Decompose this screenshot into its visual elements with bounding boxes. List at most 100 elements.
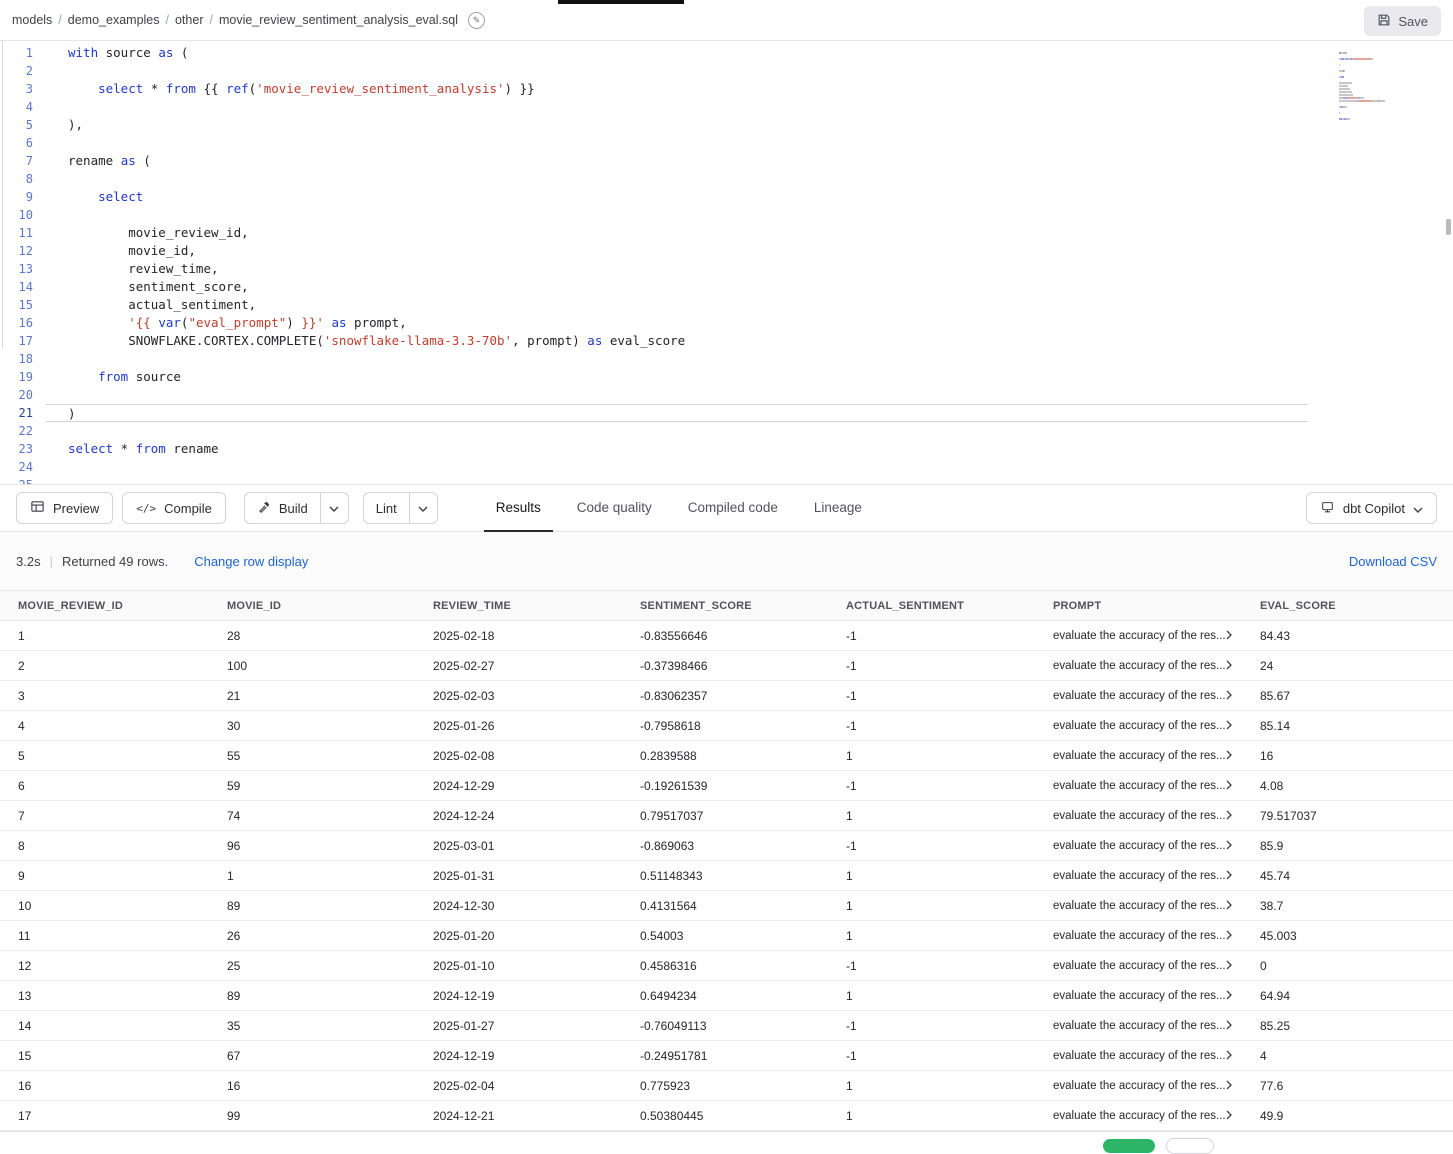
breadcrumb-demo-examples[interactable]: demo_examples <box>68 13 160 27</box>
compile-button[interactable]: </> Compile <box>122 492 226 524</box>
build-button[interactable]: Build <box>245 493 320 523</box>
code-line[interactable] <box>68 62 1453 80</box>
column-header[interactable]: EVAL_SCORE <box>1242 591 1453 621</box>
editor-code-lines[interactable]: with source as ( select * from {{ ref('m… <box>46 44 1453 484</box>
code-line[interactable]: select <box>68 188 1453 206</box>
tab-lineage[interactable]: Lineage <box>802 485 874 532</box>
editor-scrollbar[interactable] <box>1446 219 1451 235</box>
preview-button[interactable]: Preview <box>16 492 113 524</box>
expand-cell-icon[interactable] <box>1226 929 1232 943</box>
editor-minimap[interactable] <box>1339 45 1439 120</box>
table-row[interactable]: 912025-01-310.511483431evaluate the accu… <box>0 861 1453 891</box>
code-line[interactable]: '{{ var("eval_prompt") }}' as prompt, <box>68 314 1453 332</box>
column-header[interactable]: MOVIE_REVIEW_ID <box>0 591 209 621</box>
expand-cell-icon[interactable] <box>1226 989 1232 1003</box>
download-csv-link[interactable]: Download CSV <box>1349 554 1437 569</box>
column-header[interactable]: ACTUAL_SENTIMENT <box>828 591 1035 621</box>
lint-dropdown-button[interactable] <box>410 493 437 523</box>
expand-cell-icon[interactable] <box>1226 899 1232 913</box>
table-row[interactable]: 10892024-12-300.41315641evaluate the acc… <box>0 891 1453 921</box>
code-line[interactable]: rename as ( <box>68 152 1453 170</box>
table-row[interactable]: 11262025-01-200.540031evaluate the accur… <box>0 921 1453 951</box>
table-row[interactable]: 21002025-02-27-0.37398466-1evaluate the … <box>0 651 1453 681</box>
code-line[interactable] <box>68 458 1453 476</box>
breadcrumb-other[interactable]: other <box>175 13 204 27</box>
eval-score-cell: 49.9 <box>1242 1101 1453 1131</box>
save-button[interactable]: Save <box>1364 6 1441 36</box>
expand-cell-icon[interactable] <box>1226 809 1232 823</box>
table-row[interactable]: 4302025-01-26-0.7958618-1evaluate the ac… <box>0 711 1453 741</box>
build-dropdown-button[interactable] <box>321 493 348 523</box>
expand-cell-icon[interactable] <box>1226 719 1232 733</box>
dbt-copilot-button[interactable]: dbt Copilot <box>1306 492 1437 524</box>
code-line[interactable] <box>68 134 1453 152</box>
code-line[interactable] <box>68 206 1453 224</box>
expand-cell-icon[interactable] <box>1226 839 1232 853</box>
code-line[interactable]: ), <box>68 116 1453 134</box>
code-line[interactable]: SNOWFLAKE.CORTEX.COMPLETE('snowflake-lla… <box>68 332 1453 350</box>
expand-cell-icon[interactable] <box>1226 1049 1232 1063</box>
column-header[interactable]: SENTIMENT_SCORE <box>622 591 828 621</box>
lint-button[interactable]: Lint <box>364 493 409 523</box>
line-number: 1 <box>0 44 33 62</box>
cell: 14 <box>0 1011 209 1041</box>
expand-cell-icon[interactable] <box>1226 959 1232 973</box>
table-row[interactable]: 16162025-02-040.7759231evaluate the accu… <box>0 1071 1453 1101</box>
code-line[interactable]: select * from {{ ref('movie_review_senti… <box>68 80 1453 98</box>
code-editor[interactable]: 1234567891011121314151617181920212223242… <box>0 41 1453 485</box>
expand-cell-icon[interactable] <box>1226 1109 1232 1123</box>
expand-cell-icon[interactable] <box>1226 1019 1232 1033</box>
breadcrumb-models[interactable]: models <box>12 13 52 27</box>
code-line[interactable]: actual_sentiment, <box>68 296 1453 314</box>
table-row[interactable]: 8962025-03-01-0.869063-1evaluate the acc… <box>0 831 1453 861</box>
code-line[interactable] <box>68 170 1453 188</box>
code-line[interactable]: sentiment_score, <box>68 278 1453 296</box>
tab-results[interactable]: Results <box>484 485 553 532</box>
expand-cell-icon[interactable] <box>1226 629 1232 643</box>
prompt-preview: evaluate the accuracy of the res... <box>1053 870 1226 882</box>
table-row[interactable]: 1282025-02-18-0.83556646-1evaluate the a… <box>0 621 1453 651</box>
code-line[interactable]: select * from rename <box>68 440 1453 458</box>
code-line[interactable]: review_time, <box>68 260 1453 278</box>
breadcrumb-filename[interactable]: movie_review_sentiment_analysis_eval.sql <box>219 13 458 27</box>
table-row[interactable]: 7742024-12-240.795170371evaluate the acc… <box>0 801 1453 831</box>
cell: 0.79517037 <box>622 801 828 831</box>
table-row[interactable]: 3212025-02-03-0.83062357-1evaluate the a… <box>0 681 1453 711</box>
code-line[interactable]: with source as ( <box>68 44 1453 62</box>
code-line[interactable]: ) <box>46 404 1308 422</box>
edit-icon[interactable]: ✎ <box>468 12 485 29</box>
table-row[interactable]: 14352025-01-27-0.76049113-1evaluate the … <box>0 1011 1453 1041</box>
column-header[interactable]: REVIEW_TIME <box>415 591 622 621</box>
code-line[interactable] <box>68 386 1453 404</box>
code-line[interactable]: from source <box>68 368 1453 386</box>
table-row[interactable]: 6592024-12-29-0.19261539-1evaluate the a… <box>0 771 1453 801</box>
status-divider: | <box>50 554 53 569</box>
column-header[interactable]: PROMPT <box>1035 591 1242 621</box>
expand-cell-icon[interactable] <box>1226 749 1232 763</box>
expand-cell-icon[interactable] <box>1226 1079 1232 1093</box>
table-row[interactable]: 13892024-12-190.64942341evaluate the acc… <box>0 981 1453 1011</box>
cell: 0.50380445 <box>622 1101 828 1131</box>
cell: 1 <box>828 891 1035 921</box>
table-row[interactable]: 5552025-02-080.28395881evaluate the accu… <box>0 741 1453 771</box>
line-number: 20 <box>0 386 33 404</box>
table-row[interactable]: 12252025-01-100.4586316-1evaluate the ac… <box>0 951 1453 981</box>
table-row[interactable]: 15672024-12-19-0.24951781-1evaluate the … <box>0 1041 1453 1071</box>
tab-code-quality[interactable]: Code quality <box>565 485 664 532</box>
change-row-display-link[interactable]: Change row display <box>194 554 308 569</box>
code-line[interactable] <box>68 350 1453 368</box>
table-row[interactable]: 17992024-12-210.503804451evaluate the ac… <box>0 1101 1453 1131</box>
expand-cell-icon[interactable] <box>1226 659 1232 673</box>
tab-compiled-code[interactable]: Compiled code <box>676 485 790 532</box>
expand-cell-icon[interactable] <box>1226 689 1232 703</box>
footer-button[interactable] <box>1166 1138 1214 1154</box>
expand-cell-icon[interactable] <box>1226 779 1232 793</box>
footer-status-pill[interactable] <box>1103 1139 1155 1153</box>
expand-cell-icon[interactable] <box>1226 869 1232 883</box>
code-line[interactable] <box>68 98 1453 116</box>
code-line[interactable] <box>68 422 1453 440</box>
code-line[interactable]: movie_review_id, <box>68 224 1453 242</box>
code-line[interactable] <box>68 476 1453 485</box>
column-header[interactable]: MOVIE_ID <box>209 591 415 621</box>
code-line[interactable]: movie_id, <box>68 242 1453 260</box>
